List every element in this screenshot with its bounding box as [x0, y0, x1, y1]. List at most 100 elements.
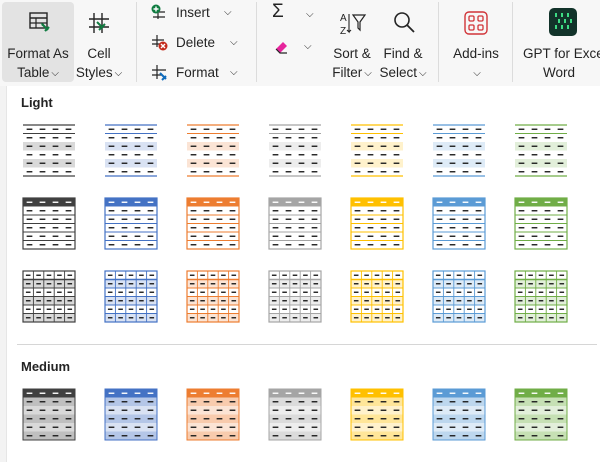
format-as-table-label-line1: Format As [7, 46, 69, 61]
format-as-table-button[interactable]: Format As Table ⌵ [2, 2, 74, 82]
ribbon: Format As Table ⌵ Cell Styles ⌵ Insert ⌵ D… [0, 0, 600, 87]
find-select-label-line1: Find & [383, 46, 423, 61]
format-cells-icon [152, 65, 167, 81]
table-style-preview [350, 197, 404, 250]
table-style-preview [104, 388, 158, 441]
table-style-medium-2-blue[interactable] [103, 388, 159, 442]
format-label: Format [176, 65, 219, 80]
chevron-down-icon: ⌵ [306, 9, 314, 20]
table-style-preview [23, 124, 75, 177]
sort-filter-label-line1: Sort & [333, 46, 371, 61]
table-style-light-4-gray[interactable] [267, 124, 323, 178]
chevron-down-icon: ⌵ [114, 68, 123, 79]
cell-styles-label-line1: Cell [87, 46, 111, 61]
table-style-light-11-gray[interactable] [267, 197, 323, 251]
table-style-light-18-gray[interactable] [267, 270, 323, 324]
addins-button[interactable]: Add-ins ⌵ [446, 2, 506, 82]
section-divider [17, 344, 597, 345]
sort-filter-label-line2: Filter [332, 65, 363, 80]
table-style-preview [268, 388, 322, 441]
table-style-preview [268, 270, 322, 323]
table-style-light-3-orange[interactable] [185, 124, 241, 178]
delete-cells-icon [152, 35, 168, 51]
table-style-light-21-green[interactable] [513, 270, 569, 324]
table-style-medium-5-gold[interactable] [349, 388, 405, 442]
table-style-light-1-black[interactable] [21, 124, 77, 178]
format-as-table-label-line2: Table [17, 65, 50, 80]
table-style-light-9-blue[interactable] [103, 197, 159, 251]
gpt-label-line2: Word [542, 65, 575, 80]
table-style-preview [187, 124, 239, 177]
table-style-light-7-green[interactable] [513, 124, 569, 178]
table-style-preview [432, 197, 486, 250]
table-style-preview [514, 388, 568, 441]
chevron-down-icon: ⌵ [473, 68, 481, 79]
table-style-light-14-green[interactable] [513, 197, 569, 251]
table-style-preview [350, 270, 404, 323]
table-style-preview [22, 197, 76, 250]
table-style-preview [104, 197, 158, 250]
table-style-light-8-black[interactable] [21, 197, 77, 251]
gpt-addin-icon [549, 8, 577, 36]
addins-icon [464, 11, 488, 35]
insert-label: Insert [176, 5, 210, 20]
table-style-preview [433, 124, 485, 177]
table-style-preview [515, 124, 567, 177]
table-style-medium-1-black[interactable] [21, 388, 77, 442]
table-style-preview [22, 270, 76, 323]
table-style-preview [105, 124, 157, 177]
table-style-light-6-light-blue[interactable] [431, 124, 487, 178]
table-style-light-13-light-blue[interactable] [431, 197, 487, 251]
table-style-gallery: Light Medium [6, 86, 600, 462]
table-style-preview [186, 388, 240, 441]
table-style-preview [186, 270, 240, 323]
eraser-icon [275, 42, 287, 54]
table-style-preview [350, 388, 404, 441]
delete-label: Delete [176, 35, 216, 50]
chevron-down-icon: ⌵ [230, 37, 238, 48]
table-style-preview [351, 124, 403, 177]
autosum-button[interactable]: Σ ⌵ [272, 1, 318, 26]
find-select-label-line2: Select [379, 65, 417, 80]
search-icon [394, 12, 415, 33]
table-style-light-17-orange[interactable] [185, 270, 241, 324]
group-separator [136, 2, 137, 82]
chevron-down-icon: ⌵ [224, 7, 232, 18]
cell-styles-icon [89, 13, 109, 33]
chevron-down-icon: ⌵ [304, 41, 312, 52]
table-style-light-2-blue[interactable] [103, 124, 159, 178]
table-style-medium-4-gray[interactable] [267, 388, 323, 442]
addins-label: Add-ins [453, 46, 499, 61]
find-select-button[interactable]: Find & Select ⌵ [378, 2, 428, 82]
light-section-title: Light [21, 95, 53, 110]
group-separator [438, 2, 439, 82]
table-style-light-19-gold[interactable] [349, 270, 405, 324]
table-style-light-20-light-blue[interactable] [431, 270, 487, 324]
gpt-for-excel-word-button[interactable]: GPT for Exce Word [518, 2, 600, 82]
chevron-down-icon: ⌵ [418, 68, 427, 79]
clear-button[interactable]: ⌵ [272, 36, 318, 58]
table-style-light-15-black[interactable] [21, 270, 77, 324]
group-separator [256, 2, 257, 82]
sigma-icon: Σ [272, 1, 284, 22]
chevron-down-icon: ⌵ [230, 67, 238, 78]
sort-filter-button[interactable]: A Z Sort & Filter ⌵ [328, 2, 376, 82]
group-separator [512, 2, 513, 82]
format-as-table-icon [29, 12, 50, 32]
table-style-preview [432, 270, 486, 323]
table-style-light-5-gold[interactable] [349, 124, 405, 178]
insert-cells-icon [151, 4, 165, 19]
table-style-preview [104, 270, 158, 323]
table-style-light-10-orange[interactable] [185, 197, 241, 251]
table-style-preview [514, 270, 568, 323]
table-style-light-16-blue[interactable] [103, 270, 159, 324]
cell-styles-button[interactable]: Cell Styles ⌵ [74, 2, 124, 82]
table-style-medium-7-green[interactable] [513, 388, 569, 442]
table-style-medium-3-orange[interactable] [185, 388, 241, 442]
table-style-preview [268, 197, 322, 250]
chevron-down-icon: ⌵ [364, 68, 372, 79]
svg-text:A: A [340, 13, 347, 24]
table-style-light-12-gold[interactable] [349, 197, 405, 251]
table-style-medium-6-light-blue[interactable] [431, 388, 487, 442]
cell-styles-label-line2: Styles [75, 65, 113, 80]
